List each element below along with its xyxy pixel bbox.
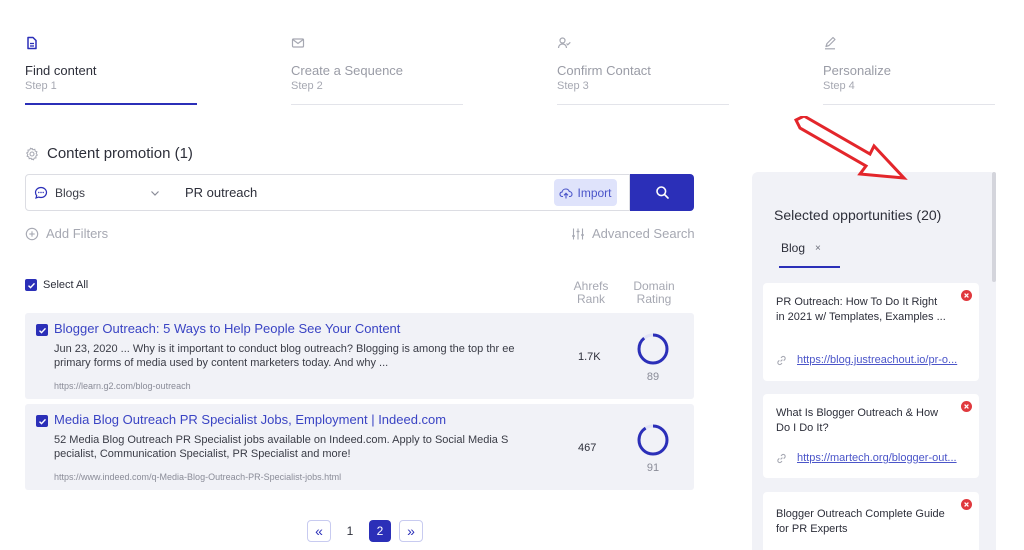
step-indicator — [291, 104, 463, 105]
row-checkbox[interactable] — [36, 324, 48, 336]
result-row: Blogger Outreach: 5 Ways to Help People … — [25, 313, 694, 399]
column-header-line: Rank — [576, 292, 605, 306]
pagination-page-current[interactable]: 2 — [369, 520, 391, 542]
document-icon — [27, 36, 37, 50]
envelope-icon — [291, 38, 305, 48]
opportunity-url: https://martech.org/blogger-out... — [797, 452, 957, 464]
column-header-domain-rating[interactable]: Domain Rating — [626, 280, 682, 306]
step-title: Personalize — [823, 63, 891, 78]
checkbox[interactable] — [25, 279, 37, 291]
sliders-icon — [572, 228, 584, 239]
pagination-next-button[interactable]: » — [399, 520, 423, 542]
step-number: Step 4 — [823, 80, 855, 92]
result-description: 52 Media Blog Outreach PR Specialist job… — [54, 434, 509, 460]
search-button[interactable] — [630, 174, 694, 211]
result-title-link[interactable]: Media Blog Outreach PR Specialist Jobs, … — [54, 412, 446, 427]
step-number: Step 2 — [291, 80, 323, 92]
ahrefs-rank-value: 467 — [578, 442, 597, 454]
link-icon — [777, 453, 786, 463]
column-header-line: Rating — [636, 292, 672, 306]
plus-circle-icon — [25, 227, 39, 240]
opportunity-link[interactable]: https://martech.org/blogger-out... — [776, 452, 957, 464]
check-icon — [38, 327, 46, 334]
source-dropdown-value: Blogs — [55, 185, 86, 200]
tab-label: Blog — [781, 241, 806, 255]
step-indicator — [25, 103, 197, 105]
result-url[interactable]: https://learn.g2.com/blog-outreach — [54, 381, 191, 391]
step-indicator — [557, 104, 729, 105]
panel-scrollbar[interactable] — [992, 172, 996, 282]
step-title: Confirm Contact — [557, 63, 651, 78]
check-icon — [27, 282, 35, 289]
result-url[interactable]: https://www.indeed.com/q-Media-Blog-Outr… — [54, 472, 341, 482]
domain-rating-ring — [637, 333, 669, 365]
panel-title: Selected opportunities (20) — [774, 207, 942, 223]
search-bar: Blogs Import — [25, 174, 694, 211]
source-dropdown[interactable]: Blogs — [25, 174, 171, 211]
opportunity-title: PR Outreach: How To Do It Right in 2021 … — [776, 296, 946, 323]
chat-bubble-icon — [34, 186, 48, 199]
result-description: Jun 23, 2020 ... Why is it important to … — [54, 343, 515, 369]
step-indicator — [823, 104, 995, 105]
user-check-icon — [557, 37, 571, 49]
pagination: « 1 2 » — [307, 520, 423, 542]
opportunity-card: PR Outreach: How To Do It Right in 2021 … — [763, 283, 979, 381]
active-tab-indicator — [779, 266, 840, 268]
pagination-prev-button[interactable]: « — [307, 520, 331, 542]
close-icon[interactable]: × — [815, 243, 821, 254]
cloud-upload-icon — [559, 187, 574, 198]
search-icon — [655, 186, 669, 199]
ahrefs-rank-value: 1.7K — [578, 351, 601, 363]
select-all-label: Select All — [43, 279, 89, 291]
import-button[interactable]: Import — [554, 179, 617, 206]
tab-blog[interactable]: Blog × — [781, 241, 821, 255]
step-title: Find content — [25, 63, 97, 78]
result-title-link[interactable]: Blogger Outreach: 5 Ways to Help People … — [54, 321, 400, 336]
advanced-search-button[interactable]: Advanced Search — [571, 226, 695, 241]
step-title: Create a Sequence — [291, 63, 404, 78]
select-all-checkbox[interactable]: Select All — [25, 279, 88, 291]
column-header-ahrefs-rank[interactable]: Ahrefs Rank — [566, 280, 616, 306]
add-filters-label: Add Filters — [46, 226, 109, 241]
domain-rating-value: 91 — [646, 462, 660, 474]
opportunity-card: Blogger Outreach Complete Guide for PR E… — [763, 492, 979, 550]
section-header: Content promotion (1) — [25, 145, 193, 162]
remove-icon[interactable] — [961, 401, 972, 412]
red-arrow-annotation — [793, 116, 908, 180]
remove-icon[interactable] — [961, 290, 972, 301]
result-row: Media Blog Outreach PR Specialist Jobs, … — [25, 404, 694, 490]
check-icon — [38, 418, 46, 425]
gear-icon[interactable] — [25, 146, 39, 161]
step-number: Step 1 — [25, 80, 57, 92]
page-title: Content promotion (1) — [47, 145, 193, 162]
link-icon — [777, 355, 786, 365]
domain-rating-ring — [637, 424, 669, 456]
opportunity-card: What Is Blogger Outreach & How Do I Do I… — [763, 394, 979, 478]
pagination-page[interactable]: 1 — [339, 520, 361, 542]
add-filters-button[interactable]: Add Filters — [25, 226, 108, 241]
remove-icon[interactable] — [961, 499, 972, 510]
opportunity-title: Blogger Outreach Complete Guide for PR E… — [776, 508, 945, 535]
step-number: Step 3 — [557, 80, 589, 92]
advanced-search-label: Advanced Search — [592, 226, 695, 241]
domain-rating-value: 89 — [646, 371, 660, 383]
import-button-label: Import — [577, 185, 612, 200]
opportunity-title: What Is Blogger Outreach & How Do I Do I… — [776, 407, 939, 434]
opportunity-url: https://blog.justreachout.io/pr-o... — [797, 354, 958, 366]
opportunity-link[interactable]: https://blog.justreachout.io/pr-o... — [776, 354, 957, 366]
chevron-down-icon — [151, 191, 159, 196]
pen-icon — [825, 36, 836, 50]
row-checkbox[interactable] — [36, 415, 48, 427]
